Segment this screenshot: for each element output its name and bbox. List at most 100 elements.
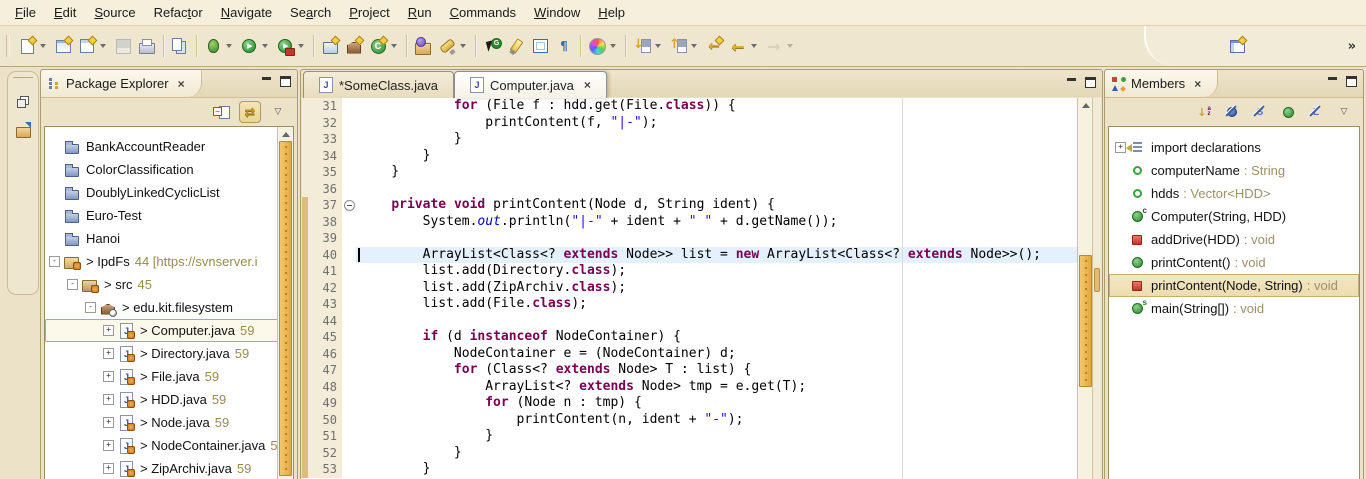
search-button[interactable] <box>436 35 470 57</box>
code-text[interactable]: list.add(ZipArchiv.class); <box>356 280 1101 297</box>
minimize-button[interactable] <box>261 76 272 87</box>
code-text[interactable]: list.add(File.class); <box>356 296 1101 313</box>
tree-item-hdd-java[interactable]: +J> HDD.java59 <box>45 388 293 411</box>
maximize-button[interactable] <box>1085 77 1096 88</box>
tree-item-ipdfs[interactable]: -> IpdFs44 [https://svnserver.i <box>45 250 293 273</box>
tree-item-doublylinkedcycliclist[interactable]: DoublyLinkedCyclicList <box>45 181 293 204</box>
tree-scrollbar[interactable] <box>277 127 293 479</box>
tree-item-hanoi[interactable]: Hanoi <box>45 227 293 250</box>
tree-item-computer-java[interactable]: +J> Computer.java59 <box>45 319 293 342</box>
member-item-adddrive-hdd[interactable]: addDrive(HDD): void <box>1109 228 1359 251</box>
dropdown-arrow-icon[interactable] <box>655 44 661 48</box>
dropdown-arrow-icon[interactable] <box>226 44 232 48</box>
expand-icon[interactable]: + <box>103 394 114 405</box>
member-item-hdds[interactable]: hdds: Vector<HDD> <box>1109 182 1359 205</box>
code-text[interactable]: if (d instanceof NodeContainer) { <box>356 329 1101 346</box>
code-text[interactable]: for (Node n : tmp) { <box>356 395 1101 412</box>
occurrence-marker[interactable] <box>1094 268 1100 292</box>
minimize-button[interactable] <box>1327 76 1338 87</box>
code-text[interactable] <box>356 230 1101 247</box>
back-button[interactable] <box>727 35 761 57</box>
code-text[interactable]: } <box>356 445 1101 462</box>
debug-button[interactable] <box>202 35 236 57</box>
menu-help[interactable]: Help <box>589 2 634 23</box>
collapse-icon[interactable]: - <box>85 302 96 313</box>
code-text[interactable]: System.out.println("|-" + ident + " " + … <box>356 214 1101 231</box>
tree-item-directory-java[interactable]: +J> Directory.java59 <box>45 342 293 365</box>
perspective-overflow-chevron[interactable]: » <box>1348 39 1356 54</box>
maximize-button[interactable] <box>280 76 291 87</box>
next-annotation-button[interactable] <box>631 35 665 57</box>
previous-annotation-button[interactable] <box>667 35 701 57</box>
package-explorer-tab[interactable]: Package Explorer × <box>41 70 202 97</box>
new-type-button[interactable] <box>367 35 401 57</box>
view-menu-button[interactable] <box>267 101 289 123</box>
code-text[interactable] <box>356 313 1101 330</box>
fastview-drag-handle[interactable] <box>13 77 33 81</box>
code-text[interactable]: list.add(Directory.class); <box>356 263 1101 280</box>
expand-icon[interactable]: + <box>103 348 114 359</box>
expand-icon[interactable]: + <box>103 417 114 428</box>
scrollbar-thumb[interactable] <box>1079 255 1092 387</box>
collapse-icon[interactable]: - <box>67 279 78 290</box>
code-text[interactable]: } <box>356 164 1101 181</box>
menu-source[interactable]: Source <box>85 2 144 23</box>
dropdown-arrow-icon[interactable] <box>100 44 106 48</box>
expand-icon[interactable]: + <box>103 325 114 336</box>
menu-window[interactable]: Window <box>525 2 589 23</box>
new-wizard-button[interactable] <box>16 35 50 57</box>
code-text[interactable]: private void printContent(Node d, String… <box>356 197 1101 214</box>
dropdown-arrow-icon[interactable] <box>262 44 268 48</box>
toolbar-drag-handle[interactable] <box>6 35 10 57</box>
dropdown-arrow-icon[interactable] <box>40 44 46 48</box>
code-text[interactable]: printContent(f, "|-"); <box>356 115 1101 132</box>
tree-item-euro-test[interactable]: Euro-Test <box>45 204 293 227</box>
member-item-printcontent[interactable]: printContent(): void <box>1109 251 1359 274</box>
scroll-up-icon[interactable] <box>278 127 293 140</box>
expand-icon[interactable]: + <box>103 440 114 451</box>
scrollbar-thumb[interactable] <box>279 141 292 476</box>
dropdown-arrow-icon[interactable] <box>298 44 304 48</box>
dropdown-arrow-icon[interactable] <box>787 44 793 48</box>
show-public-button[interactable] <box>1277 101 1299 123</box>
collapse-icon[interactable]: - <box>49 256 60 267</box>
color-theme-button[interactable] <box>586 35 620 57</box>
new-package-button[interactable] <box>343 35 365 57</box>
code-text[interactable]: for (Class<? extends Node> T : list) { <box>356 362 1101 379</box>
last-edit-location-button[interactable] <box>703 35 725 57</box>
view-menu-button[interactable] <box>1333 101 1355 123</box>
open-resource-button[interactable] <box>412 35 434 57</box>
code-text[interactable]: NodeContainer e = (NodeContainer) d; <box>356 346 1101 363</box>
menu-file[interactable]: File <box>6 2 45 23</box>
tree-item-edu-kit-filesystem[interactable]: -> edu.kit.filesystem <box>45 296 293 319</box>
scroll-up-icon[interactable] <box>1078 98 1093 111</box>
member-item-printcontent-node-string[interactable]: printContent(Node, String): void <box>1109 274 1359 297</box>
code-text[interactable]: } <box>356 461 1101 478</box>
code-text[interactable]: for (File f : hdd.get(File.class)) { <box>356 98 1101 115</box>
tree-item-ziparchiv-java[interactable]: +J> ZipArchiv.java59 <box>45 457 293 479</box>
close-icon[interactable]: × <box>178 77 185 91</box>
sort-members-button[interactable] <box>1193 101 1215 123</box>
show-whitespace-button[interactable] <box>553 35 575 57</box>
close-icon[interactable]: × <box>584 78 591 92</box>
menu-run[interactable]: Run <box>399 2 441 23</box>
member-item-computername[interactable]: computerName: String <box>1109 159 1359 182</box>
new-class-button[interactable] <box>52 35 74 57</box>
overview-ruler[interactable] <box>1092 98 1101 479</box>
member-item-main-string[interactable]: smain(String[]): void <box>1109 297 1359 320</box>
editor-body[interactable]: 31 for (File f : hdd.get(File.class)) {3… <box>302 98 1101 479</box>
hide-fields-button[interactable] <box>1221 101 1243 123</box>
tree-item-colorclassification[interactable]: ColorClassification <box>45 158 293 181</box>
expand-icon[interactable]: + <box>103 371 114 382</box>
tree-item-node-java[interactable]: +J> Node.java59 <box>45 411 293 434</box>
expand-icon[interactable]: + <box>103 463 114 474</box>
run-button[interactable] <box>238 35 272 57</box>
collapse-all-button[interactable] <box>211 101 233 123</box>
show-selected-element-button[interactable] <box>529 35 551 57</box>
tree-item-file-java[interactable]: +J> File.java59 <box>45 365 293 388</box>
dropdown-arrow-icon[interactable] <box>691 44 697 48</box>
hide-static-button[interactable] <box>1249 101 1271 123</box>
member-item-import-declarations[interactable]: +import declarations <box>1109 136 1359 159</box>
mark-occurrences-button[interactable] <box>505 35 527 57</box>
editor-tab-someclass-java[interactable]: J*SomeClass.java <box>303 71 454 98</box>
